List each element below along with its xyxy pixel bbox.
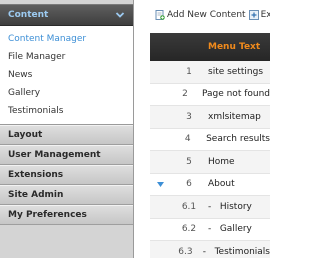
add-new-content-button[interactable]: Add New Content — [155, 10, 246, 20]
row-number: 4 — [184, 134, 191, 145]
row-menu-text: - Testimonials — [202, 246, 270, 257]
add-page-icon — [155, 10, 165, 20]
sidebar-section-label: Content — [8, 10, 49, 20]
content-table: Menu Text 1 site settings 2 Page not fou… — [150, 33, 270, 258]
sidebar-section-extensions[interactable]: Extensions — [0, 165, 133, 185]
row-number: 5 — [186, 156, 192, 167]
row-number: 3 — [186, 111, 192, 122]
toolbar: Add New Content Expa — [135, 0, 270, 30]
sidebar-section-content[interactable]: Content — [0, 4, 133, 26]
sidebar-item-news[interactable]: News — [0, 66, 133, 84]
expand-all-label: Expa — [260, 10, 270, 20]
expand-all-button[interactable]: Expa — [248, 10, 270, 20]
row-menu-text: - Gallery — [208, 224, 252, 235]
table-row[interactable]: 6.3 - Testimonials — [150, 241, 270, 258]
sidebar-item-file-manager[interactable]: File Manager — [0, 48, 133, 66]
row-number: 6.1 — [181, 201, 197, 212]
expand-icon — [248, 10, 259, 20]
column-header-menu-text[interactable]: Menu Text — [208, 42, 260, 52]
table-row[interactable]: 6.1 - History — [150, 196, 270, 219]
expand-arrow-icon[interactable] — [156, 181, 164, 187]
add-new-content-label: Add New Content — [167, 10, 246, 20]
table-row[interactable]: 3 xmlsitemap — [150, 106, 270, 129]
row-menu-text: xmlsitemap — [208, 111, 261, 122]
table-row[interactable]: 4 Search results — [150, 128, 270, 151]
table-row[interactable]: 1 site settings — [150, 61, 270, 84]
sidebar-section-layout[interactable]: Layout — [0, 125, 133, 145]
sidebar-section-user-management[interactable]: User Management — [0, 145, 133, 165]
row-menu-text: Search results — [206, 134, 270, 145]
row-number: 6.3 — [178, 246, 193, 257]
row-menu-text: - History — [208, 201, 252, 212]
table-body: 1 site settings 2 Page not found 3 xmlsi… — [150, 61, 270, 258]
chevron-down-icon — [115, 12, 125, 18]
table-row[interactable]: 5 Home — [150, 151, 270, 174]
row-menu-text: Page not found — [201, 89, 270, 100]
row-number: 6.2 — [181, 224, 197, 235]
table-row[interactable]: 2 Page not found — [150, 83, 270, 106]
table-header: Menu Text — [150, 33, 270, 61]
main-panel: Add New Content Expa Menu Text 1 site se… — [135, 0, 270, 258]
sidebar: Content Content Manager File Manager New… — [0, 0, 134, 258]
row-menu-text: site settings — [208, 66, 264, 77]
sidebar-item-content-manager[interactable]: Content Manager — [0, 30, 133, 48]
row-number: 1 — [186, 66, 192, 77]
sidebar-item-gallery[interactable]: Gallery — [0, 84, 133, 102]
row-menu-text: About — [208, 179, 235, 190]
table-row[interactable]: 6.2 - Gallery — [150, 218, 270, 241]
table-row[interactable]: 6 About — [150, 173, 270, 196]
row-menu-text: Home — [208, 156, 235, 167]
row-number: 2 — [182, 89, 188, 100]
sidebar-item-testimonials[interactable]: Testimonials — [0, 102, 133, 120]
sidebar-submenu: Content Manager File Manager News Galler… — [0, 26, 133, 125]
sidebar-section-site-admin[interactable]: Site Admin — [0, 185, 133, 205]
sidebar-section-my-preferences[interactable]: My Preferences — [0, 205, 133, 225]
row-number: 6 — [186, 179, 192, 190]
